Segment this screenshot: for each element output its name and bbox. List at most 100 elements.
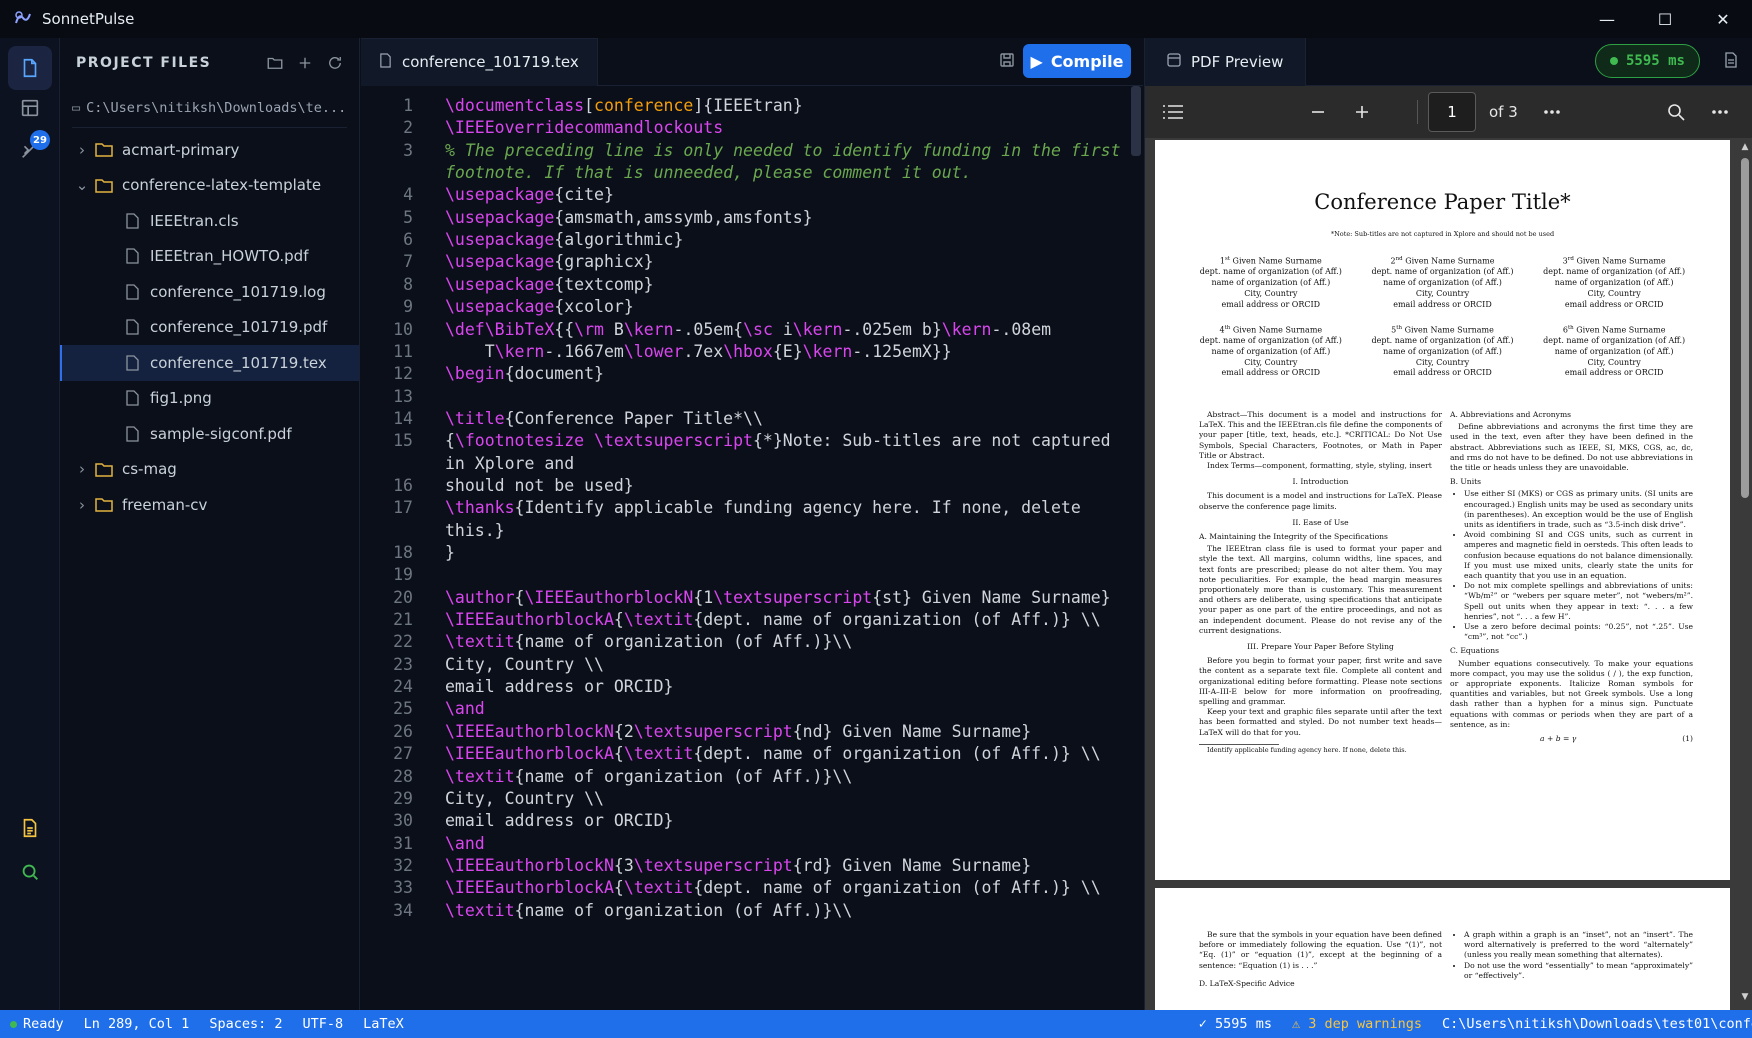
author-ordinal-suffix: th: [1567, 324, 1574, 331]
code-line[interactable]: \usepackage{textcomp}: [445, 275, 654, 294]
tree-folder[interactable]: › acmart-primary: [60, 132, 359, 168]
code-line[interactable]: \usepackage{algorithmic}: [445, 230, 683, 249]
indentation[interactable]: Spaces: 2: [199, 1016, 292, 1032]
code-line[interactable]: \textit{name of organization (of Aff.)}\…: [445, 767, 852, 786]
scroll-up-icon[interactable]: ▲: [1739, 142, 1751, 152]
tree-file[interactable]: IEEEtran.cls: [60, 203, 359, 239]
code-line[interactable]: \usepackage{cite}: [445, 185, 614, 204]
code-line[interactable]: in Xplore and: [445, 454, 574, 473]
tree-file[interactable]: sample-sigconf.pdf: [60, 416, 359, 452]
encoding[interactable]: UTF-8: [292, 1016, 353, 1032]
code-line[interactable]: email address or ORCID}: [445, 811, 673, 830]
code-line[interactable]: \author{\IEEEauthorblockN{1\textsuperscr…: [445, 588, 1111, 607]
zoom-in-icon[interactable]: [1349, 86, 1375, 138]
code-line[interactable]: \usepackage{xcolor}: [445, 297, 634, 316]
pdf-scrollbar[interactable]: ▲ ▼: [1739, 142, 1751, 1002]
code-line[interactable]: \begin{document}: [445, 364, 604, 383]
code-line[interactable]: \thanks{Identify applicable funding agen…: [445, 498, 1081, 517]
chevron-down-icon[interactable]: ⌄: [74, 176, 90, 194]
code-line[interactable]: \and: [445, 834, 485, 853]
overflow-menu-icon[interactable]: [1707, 86, 1733, 138]
document-icon[interactable]: [1724, 52, 1738, 72]
new-folder-icon[interactable]: [265, 53, 285, 73]
tree-file[interactable]: conference_101719.log: [60, 274, 359, 310]
code-line[interactable]: \usepackage{graphicx}: [445, 252, 654, 271]
author-city: City, Country: [1244, 357, 1298, 367]
chevron-right-icon[interactable]: ›: [74, 496, 90, 514]
code-line[interactable]: \IEEEauthorblockN{3\textsuperscript{rd} …: [445, 856, 1031, 875]
code-line[interactable]: \IEEEauthorblockA{\textit{dept. name of …: [445, 744, 1101, 763]
code-line[interactable]: \textit{name of organization (of Aff.)}\…: [445, 632, 852, 651]
tab-pdf-preview[interactable]: PDF Preview: [1145, 37, 1307, 86]
compile-button[interactable]: ▶ Compile: [1023, 44, 1131, 78]
author-city: City, Country: [1415, 357, 1470, 367]
code-line[interactable]: \and: [445, 699, 485, 718]
code-line[interactable]: \def\BibTeX{{\rm B\kern-.05em{\sc i\kern…: [445, 320, 1051, 339]
minimize-button[interactable]: —: [1578, 0, 1636, 38]
close-button[interactable]: ✕: [1694, 0, 1752, 38]
tree-file[interactable]: conference_101719.pdf: [60, 310, 359, 346]
tree-file[interactable]: IEEEtran_HOWTO.pdf: [60, 239, 359, 275]
code-line[interactable]: \title{Conference Paper Title*\\: [445, 409, 763, 428]
code-line[interactable]: \usepackage{amsmath,amssymb,amsfonts}: [445, 208, 813, 227]
code-line[interactable]: \IEEEauthorblockA{\textit{dept. name of …: [445, 878, 1101, 897]
author-block: 6th Given Name Surname dept. name of orga…: [1528, 323, 1700, 380]
code-line[interactable]: T\kern-.1667em\lower.7ex\hbox{E}\kern-.1…: [445, 342, 952, 361]
code-line[interactable]: should not be used}: [445, 476, 634, 495]
tree-folder[interactable]: ⌄ conference-latex-template: [60, 168, 359, 204]
scroll-down-icon[interactable]: ▼: [1739, 992, 1751, 1002]
list-item: Do not mix complete spellings and abbrev…: [1464, 581, 1693, 622]
code-line[interactable]: \IEEEauthorblockA{\textit{dept. name of …: [445, 610, 1101, 629]
source-control-icon[interactable]: 29: [8, 128, 52, 172]
warnings-status[interactable]: ⚠ 3 dep warnings: [1282, 1016, 1432, 1032]
pdf-viewer[interactable]: Conference Paper Title* *Note: Sub-title…: [1145, 138, 1752, 1010]
list-item: Use either SI (MKS) or CGS as primary un…: [1464, 489, 1693, 530]
line-number: 18: [393, 543, 413, 562]
tree-file[interactable]: fig1.png: [60, 381, 359, 417]
code-line[interactable]: }: [445, 543, 455, 562]
code-line[interactable]: \IEEEauthorblockN{2\textsuperscript{nd} …: [445, 722, 1031, 741]
language-mode[interactable]: LaTeX: [353, 1016, 414, 1032]
code-editor[interactable]: 1 \documentclass[conference]{IEEEtran} 2 \I…: [361, 86, 1131, 1038]
maximize-button[interactable]: ☐: [1636, 0, 1694, 38]
author-dept: dept. name of organization (of Aff.): [1199, 336, 1342, 346]
pdf-scroll-thumb[interactable]: [1741, 158, 1749, 498]
more-options-icon[interactable]: [1539, 86, 1565, 138]
code-line[interactable]: City, Country \\: [445, 789, 604, 808]
code-line[interactable]: \textit{name of organization (of Aff.)}\…: [445, 901, 852, 920]
tree-file[interactable]: conference_101719.tex: [60, 345, 359, 381]
code-line[interactable]: this.}: [445, 521, 505, 540]
folder-icon: [94, 141, 114, 159]
author-block: 4th Given Name Surname dept. name of orga…: [1185, 323, 1357, 380]
refresh-icon[interactable]: [325, 53, 345, 73]
code-line[interactable]: \documentclass[conference]{IEEEtran}: [445, 96, 803, 115]
code-line[interactable]: footnote. If that is unneeded, please co…: [445, 163, 972, 182]
left-column: Abstract—This document is a model and in…: [1199, 410, 1442, 755]
notes-icon[interactable]: [8, 806, 52, 850]
code-line[interactable]: City, Country \\: [445, 655, 604, 674]
editor-scroll-thumb[interactable]: [1131, 86, 1141, 156]
zoom-out-icon[interactable]: [1305, 86, 1331, 138]
cursor-position[interactable]: Ln 289, Col 1: [74, 1016, 200, 1032]
tab-conference-tex[interactable]: conference_101719.tex: [361, 37, 598, 86]
chevron-right-icon[interactable]: ›: [74, 460, 90, 478]
tree-folder[interactable]: › freeman-cv: [60, 487, 359, 523]
code-line[interactable]: {\footnotesize \textsuperscript{*}Note: …: [445, 431, 1111, 450]
editor-scrollbar[interactable]: [1129, 86, 1143, 1010]
tree-folder[interactable]: › cs-mag: [60, 452, 359, 488]
find-icon[interactable]: [1663, 86, 1689, 138]
code-line[interactable]: % The preceding line is only needed to i…: [445, 141, 1121, 160]
toc-icon[interactable]: [1159, 86, 1187, 138]
line-number: 20: [393, 587, 413, 607]
new-file-icon[interactable]: [295, 53, 315, 73]
search-icon[interactable]: [8, 850, 52, 894]
code-line[interactable]: \IEEEoverridecommandlockouts: [445, 118, 723, 137]
layout-icon[interactable]: [8, 86, 52, 130]
page-number-input[interactable]: 1: [1428, 92, 1476, 132]
code-line[interactable]: email address or ORCID}: [445, 677, 673, 696]
author-dept: dept. name of organization (of Aff.): [1371, 336, 1514, 346]
footnote: Identify applicable funding agency here.…: [1207, 745, 1407, 754]
explorer-icon[interactable]: [8, 46, 52, 90]
chevron-right-icon[interactable]: ›: [74, 141, 90, 159]
save-icon[interactable]: [999, 52, 1015, 72]
